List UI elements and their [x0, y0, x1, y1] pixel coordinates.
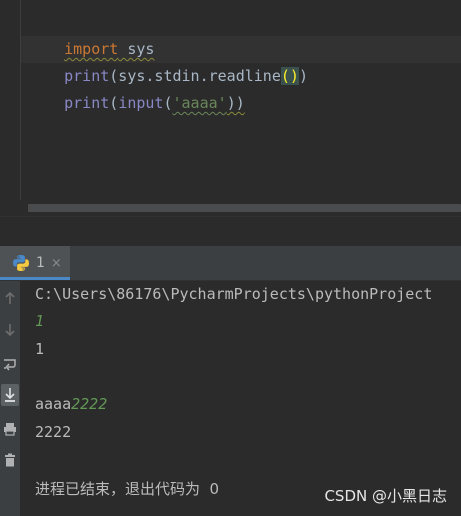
down-arrow-icon[interactable] — [2, 322, 18, 338]
run-console[interactable]: C:\Users\86176\PycharmProjects\pythonPro… — [20, 281, 461, 516]
console-output: 2222 — [35, 423, 72, 441]
builtin-input: input — [118, 94, 164, 112]
up-arrow-icon[interactable] — [2, 290, 18, 306]
console-output: 1 — [35, 340, 45, 358]
code-editor[interactable]: import sys print(sys.stdin.readline()) p… — [0, 0, 461, 216]
builtin-print: print — [64, 94, 110, 112]
horizontal-scrollbar-thumb[interactable] — [28, 204, 461, 212]
run-panel-header: 1 × — [0, 246, 461, 281]
active-tab-indicator — [0, 277, 70, 280]
console-user-input: 1 — [35, 312, 45, 330]
console-user-input: 2222 — [71, 395, 108, 413]
close-paren: ) — [298, 67, 308, 85]
python-icon — [12, 254, 30, 272]
scroll-to-end-icon[interactable] — [1, 384, 19, 406]
run-tab-label: 1 — [36, 255, 45, 271]
panel-divider — [0, 216, 461, 247]
string-literal: 'aaaa' — [172, 94, 227, 112]
console-prompt-line: aaaa2222 — [35, 395, 107, 413]
console-prompt: aaaa — [35, 395, 72, 413]
editor-gutter — [20, 0, 21, 200]
matched-bracket: () — [280, 67, 299, 85]
trash-icon[interactable] — [2, 452, 18, 468]
process-finished-message: 进程已结束，退出代码为 0 — [35, 480, 220, 498]
print-icon[interactable] — [2, 421, 18, 437]
run-tab[interactable]: 1 × — [0, 246, 70, 280]
run-toolbar — [0, 281, 20, 516]
open-paren-2: ( — [163, 94, 173, 112]
close-parens: )) — [226, 94, 245, 112]
console-command-line: C:\Users\86176\PycharmProjects\pythonPro… — [35, 285, 433, 303]
close-icon[interactable]: × — [51, 256, 62, 271]
open-paren: ( — [109, 94, 119, 112]
code-line-3[interactable]: print(input('aaaa')) — [28, 63, 245, 144]
watermark: CSDN @小黑日志 — [324, 487, 447, 505]
soft-wrap-icon[interactable] — [2, 356, 18, 372]
